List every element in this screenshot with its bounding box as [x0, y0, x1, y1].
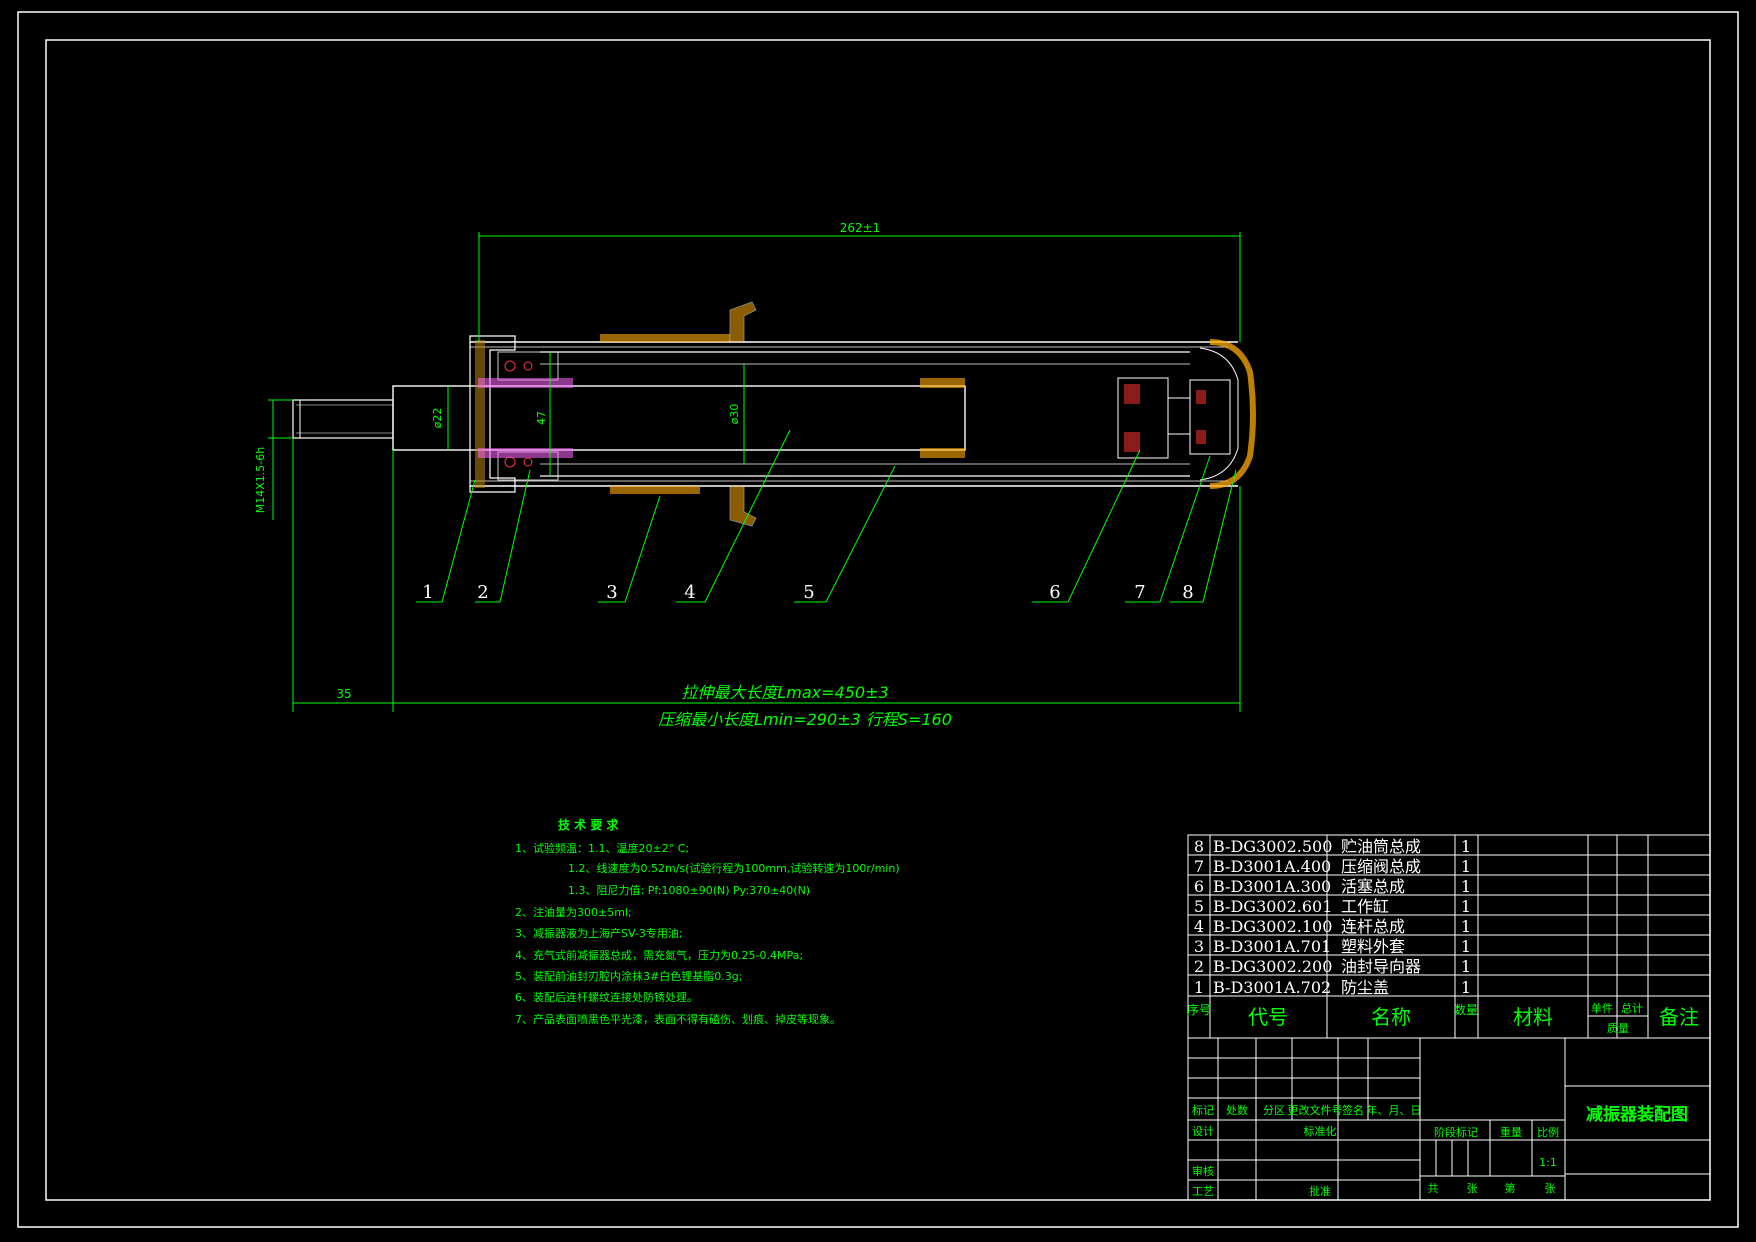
header-unit: 单件 — [1591, 1002, 1613, 1015]
part-name: 活塞总成 — [1341, 877, 1405, 896]
part-code: B-D3001A.300 — [1213, 877, 1331, 896]
part-no: 3 — [1194, 937, 1204, 956]
callout-8: 8 — [1182, 582, 1193, 603]
part-no: 6 — [1194, 877, 1204, 896]
part-no: 8 — [1194, 837, 1204, 856]
part-code: B-DG3002.100 — [1213, 917, 1332, 936]
tb-std: 标准化 — [1304, 1124, 1337, 1138]
callout-4: 4 — [684, 582, 695, 603]
tb-sheet-unit-2: 张 — [1545, 1182, 1556, 1195]
part-no: 2 — [1194, 957, 1204, 976]
tb-approve: 批准 — [1309, 1184, 1331, 1198]
part-no: 4 — [1194, 917, 1204, 936]
header-seq: 序号 — [1187, 1002, 1211, 1017]
thread-spec-label: M14X1.5-6h — [254, 447, 267, 513]
part-qty: 1 — [1461, 857, 1471, 876]
part-no: 1 — [1194, 978, 1204, 997]
callouts: 1 2 3 4 5 6 7 8 — [422, 582, 1193, 603]
dimensions — [268, 232, 1241, 712]
part-qty: 1 — [1461, 837, 1471, 856]
callout-5: 5 — [803, 582, 814, 603]
part-name: 压缩阀总成 — [1341, 857, 1421, 876]
part-no: 5 — [1194, 897, 1204, 916]
technical-requirements: 技 术 要 求 1、试验频温：1.1、温度20±2° C; 1.2、线速度为0.… — [515, 817, 900, 1026]
callout-7: 7 — [1134, 582, 1145, 603]
tech-line: 1、试验频温：1.1、温度20±2° C; — [515, 841, 689, 855]
parts-rows: 8 B-DG3002.500 贮油筒总成 1 7 B-D3001A.400 压缩… — [1194, 837, 1471, 997]
part-name: 油封导向器 — [1341, 957, 1421, 976]
part-qty: 1 — [1461, 957, 1471, 976]
header-code: 代号 — [1248, 1005, 1288, 1029]
part-code: B-D3001A.701 — [1213, 937, 1331, 956]
tb-change-doc: 更改文件号 — [1288, 1103, 1343, 1117]
drawing-sheet: 262±1 M14X1.5-6h ø22 47 ø30 35 拉伸最大长度Lma… — [17, 11, 1739, 1228]
part-code: B-D3001A.702 — [1213, 978, 1331, 997]
guide-diameter-label: 47 — [535, 411, 548, 425]
callout-6: 6 — [1049, 582, 1060, 603]
tb-total-sheets: 共 — [1428, 1182, 1439, 1195]
part-code: B-DG3002.500 — [1213, 837, 1332, 856]
part-name: 贮油筒总成 — [1341, 837, 1421, 856]
tb-review: 审核 — [1192, 1164, 1214, 1178]
tb-sign: 签名 — [1342, 1103, 1364, 1117]
part-name: 防尘盖 — [1341, 978, 1389, 997]
tech-line: 4、充气式前减振器总成，需充氮气，压力为0.25-0.4MPa; — [515, 948, 803, 962]
tb-weight: 重量 — [1500, 1125, 1522, 1139]
tb-sheet-unit-1: 张 — [1467, 1182, 1478, 1195]
tech-line: 3、减振器液为上海产SV-3专用油; — [515, 926, 683, 940]
callout-3: 3 — [606, 582, 617, 603]
tech-title: 技 术 要 求 — [558, 817, 620, 832]
tech-line: 1.2、线速度为0.52m/s(试验行程为100mm,试验转速为100r/min… — [568, 861, 900, 875]
header-total: 总计 — [1621, 1001, 1643, 1015]
tech-line: 2、注油量为300±5ml; — [515, 905, 632, 919]
header-note: 备注 — [1659, 1005, 1699, 1029]
title-block-labels: 标记 处数 分区 更改文件号 签名 年、月、日 设计 标准化 阶段标记 重量 比… — [1192, 1103, 1688, 1198]
header-mass: 质量 — [1607, 1022, 1629, 1035]
part-qty: 1 — [1461, 897, 1471, 916]
part-qty: 1 — [1461, 877, 1471, 896]
lmax-label: 拉伸最大长度Lmax=450±3 — [681, 683, 888, 702]
tech-line: 7、产品表面喷黑色平光漆，表面不得有磕伤、划痕、掉皮等现象。 — [515, 1012, 841, 1026]
header-name: 名称 — [1371, 1005, 1411, 1029]
rod-diameter-label: ø22 — [431, 408, 444, 429]
dimension-labels: 262±1 M14X1.5-6h ø22 47 ø30 35 拉伸最大长度Lma… — [254, 221, 952, 729]
tb-design: 设计 — [1192, 1125, 1214, 1138]
header-qty: 数量 — [1454, 1002, 1478, 1017]
part-name: 连杆总成 — [1341, 917, 1405, 936]
tb-sheet-no: 第 — [1505, 1181, 1516, 1195]
tech-line: 6、装配后连杆螺纹连接处防锈处理。 — [515, 990, 698, 1004]
part-no: 7 — [1194, 857, 1204, 876]
inner-border — [45, 39, 1711, 1201]
tb-zone: 分区 — [1263, 1104, 1285, 1117]
callout-1: 1 — [422, 582, 433, 603]
tb-scale-value: 1:1 — [1539, 1156, 1557, 1169]
tb-mark: 标记 — [1192, 1103, 1214, 1117]
callout-2: 2 — [477, 582, 488, 603]
outer-border — [17, 11, 1739, 1228]
header-material: 材料 — [1513, 1005, 1553, 1029]
tb-stage: 阶段标记 — [1434, 1125, 1478, 1139]
lmin-label: 压缩最小长度Lmin=290±3 行程S=160 — [658, 710, 952, 729]
tech-line: 1.3、阻尼力值: Pf:1080±90(N) Py:370±40(N) — [568, 884, 810, 897]
part-qty: 1 — [1461, 978, 1471, 997]
tb-date: 年、月、日 — [1367, 1103, 1422, 1117]
tb-count: 处数 — [1226, 1104, 1248, 1117]
part-qty: 1 — [1461, 917, 1471, 936]
part-code: B-D3001A.400 — [1213, 857, 1331, 876]
part-code: B-DG3002.601 — [1213, 897, 1332, 916]
tb-scale: 比例 — [1537, 1125, 1559, 1139]
cylinder-diameter-label: ø30 — [728, 404, 741, 425]
part-name: 塑料外套 — [1341, 937, 1405, 956]
thread-length-label: 35 — [336, 687, 351, 701]
tech-line: 5、装配前油封刃腔内涂抹3#白色锂基脂0.3g; — [515, 969, 742, 983]
part-name: 工作缸 — [1341, 897, 1389, 916]
thread-end — [292, 399, 394, 439]
overall-length-label: 262±1 — [840, 221, 881, 235]
parts-header: 序号 代号 名称 数量 材料 单件 总计 质量 备注 — [1187, 1001, 1699, 1035]
drawing-title: 减振器装配图 — [1586, 1104, 1688, 1125]
part-qty: 1 — [1461, 937, 1471, 956]
tb-process: 工艺 — [1192, 1185, 1214, 1198]
part-code: B-DG3002.200 — [1213, 957, 1332, 976]
